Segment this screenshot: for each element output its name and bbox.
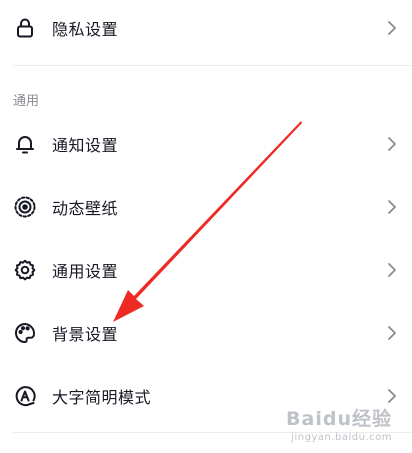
chevron-right-icon: [386, 386, 398, 406]
settings-item-live-wallpaper[interactable]: 动态壁纸: [0, 181, 412, 233]
bell-icon: [13, 132, 37, 156]
chevron-right-icon: [386, 134, 398, 154]
chevron-right-icon: [386, 18, 398, 38]
baidu-jingyan-watermark: Baidu经验 jingyan.baidu.com: [286, 410, 392, 443]
chevron-right-icon: [386, 260, 398, 280]
chevron-right-icon: [386, 197, 398, 217]
settings-item-label: 大字简明模式: [52, 388, 152, 407]
palette-icon: [13, 321, 37, 345]
section-title-general: 通用: [13, 94, 40, 109]
settings-item-label: 动态壁纸: [52, 199, 119, 218]
settings-item-label: 通用设置: [52, 262, 119, 281]
settings-item-general[interactable]: 通用设置: [0, 244, 412, 296]
settings-item-label: 隐私设置: [52, 20, 119, 39]
chevron-right-icon: [386, 323, 398, 343]
settings-item-label: 通知设置: [52, 136, 119, 155]
settings-item-background[interactable]: 背景设置: [0, 307, 412, 359]
lock-icon: [13, 16, 37, 40]
font-size-icon: [13, 384, 37, 408]
settings-item-notifications[interactable]: 通知设置: [0, 118, 412, 170]
watermark-url: jingyan.baidu.com: [291, 432, 392, 443]
settings-item-label: 背景设置: [52, 325, 119, 344]
settings-page: 隐私设置 通用 通知设置 动态壁纸 通用设置 背景设置 大字简明模式 Baidu…: [0, 0, 412, 453]
live-wallpaper-icon: [13, 195, 37, 219]
settings-item-privacy[interactable]: 隐私设置: [0, 2, 412, 54]
section-divider: [13, 65, 412, 66]
gear-icon: [13, 258, 37, 282]
watermark-brand: Baidu经验: [286, 408, 392, 430]
